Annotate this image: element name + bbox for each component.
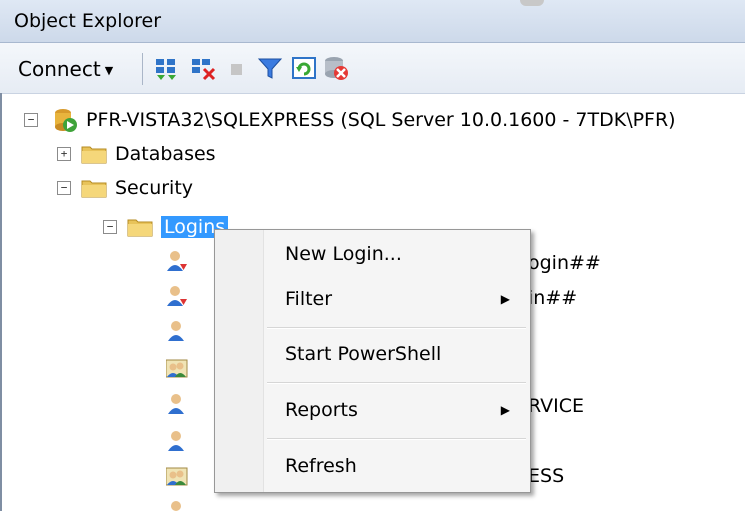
login-user-icon [168,394,184,414]
connect-object-explorer-icon[interactable] [154,55,180,81]
menu-item-filter[interactable]: Filter [285,288,332,310]
menu-item-reports[interactable]: Reports [285,399,358,421]
context-menu: New Login... Filter ▶ Start PowerShell R… [214,229,531,493]
submenu-arrow-icon: ▶ [500,292,510,306]
collapse-toggle[interactable]: − [24,113,38,127]
login-user-icon [168,321,184,341]
login-user-icon [171,501,181,511]
expand-toggle[interactable]: + [57,147,71,161]
menu-separator [267,382,526,384]
server-label: PFR-VISTA32\SQLEXPRESS (SQL Server 10.0.… [86,109,676,131]
collapse-toggle[interactable]: − [103,220,117,234]
object-explorer-toolbar: Connect ▼ [0,43,745,94]
tree-node-databases[interactable]: + Databases [57,139,216,169]
login-name-fragment: RVICE [528,395,585,417]
refresh-icon[interactable] [291,55,317,81]
login-name-fragment: in## [528,287,578,309]
window-title: Object Explorer [14,10,162,32]
folder-icon [81,180,107,198]
folder-open-icon [127,219,153,237]
panel-left-border [0,93,2,511]
menu-separator [267,327,526,329]
connect-label: Connect [18,57,101,81]
collapse-toggle[interactable]: − [57,181,71,195]
submenu-arrow-icon: ▶ [500,403,510,417]
login-group-icon [166,359,188,378]
menu-icon-gutter [215,230,264,492]
tree-node-security[interactable]: − Security [57,173,193,203]
filter-icon[interactable] [257,55,283,81]
login-user-icon [167,286,187,306]
menu-item-new-login[interactable]: New Login... [285,243,402,265]
chevron-down-icon: ▼ [104,64,114,77]
login-user-icon [168,431,184,451]
tree-node-server[interactable]: − PFR-VISTA32\SQLEXPRESS (SQL Server 10.… [24,105,676,135]
menu-item-start-powershell[interactable]: Start PowerShell [285,343,441,365]
object-explorer-title-bar: Object Explorer [0,0,745,43]
stop-icon[interactable] [224,55,250,81]
folder-icon [81,146,107,164]
disconnect-all-icon[interactable] [323,55,349,81]
security-label: Security [115,177,194,199]
login-user-icon [167,251,187,271]
login-name-fragment: ESS [528,465,565,487]
menu-separator [267,438,526,440]
disconnect-icon[interactable] [190,55,216,81]
menu-item-refresh[interactable]: Refresh [285,455,357,477]
databases-label: Databases [115,143,216,165]
toolbar-separator [142,53,143,85]
login-group-icon [166,467,188,486]
title-notch [520,0,544,6]
database-server-icon [55,109,77,132]
tree-node-logins[interactable]: − Logins [103,212,229,242]
login-name-fragment: ogin## [528,252,601,274]
connect-button[interactable]: Connect ▼ [18,57,113,81]
